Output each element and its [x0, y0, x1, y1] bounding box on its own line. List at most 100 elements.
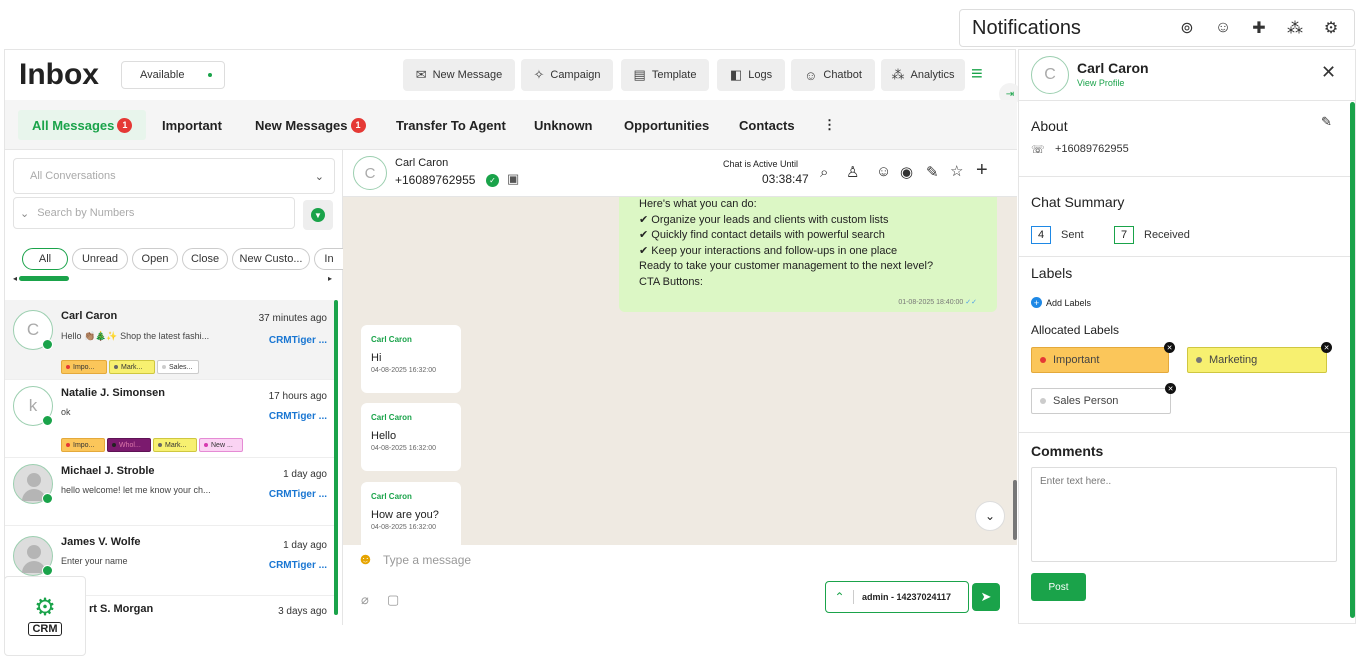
tab-transfer-to-agent[interactable]: Transfer To Agent	[396, 110, 506, 140]
avatar	[13, 536, 53, 576]
template-button[interactable]: ▤ Template	[621, 59, 709, 91]
chat-plus-icon[interactable]: ✚	[1248, 17, 1270, 39]
edit-icon[interactable]: ✎	[1321, 114, 1332, 130]
divider	[1019, 100, 1355, 101]
chat-bot-icon[interactable]: ☺	[876, 163, 891, 180]
chat-panel: C Carl Caron +16089762955 ✓ ▣ Chat is Ac…	[343, 150, 1017, 625]
filter-chip-close[interactable]: Close	[182, 248, 228, 270]
send-button[interactable]: ➤	[972, 583, 1000, 611]
label-dot	[162, 365, 166, 369]
message-input[interactable]: Type a message	[383, 553, 471, 567]
tab-unknown[interactable]: Unknown	[534, 110, 593, 140]
comments-textarea[interactable]: Enter text here..	[1031, 467, 1337, 562]
crm-gear-icon: ⚙	[34, 594, 56, 621]
availability-select[interactable]: Available	[121, 61, 225, 89]
scroll-left-icon[interactable]: ◂	[13, 274, 17, 283]
filter-button[interactable]: ▼	[303, 200, 333, 230]
attachment-icon[interactable]: ⌀	[361, 592, 369, 608]
chevron-down-icon: ⌄	[314, 170, 324, 183]
template-icon[interactable]: ▢	[387, 592, 399, 608]
scroll-right-icon[interactable]: ▸	[328, 274, 332, 283]
tab-opportunities[interactable]: Opportunities	[624, 110, 709, 140]
edit-icon[interactable]: ✎	[926, 163, 939, 181]
chip-scrollbar[interactable]	[19, 276, 69, 281]
scroll-down-icon[interactable]: ⌄	[975, 501, 1005, 531]
emoji-icon[interactable]: ☻	[357, 551, 374, 569]
campaign-icon: ✧	[533, 67, 545, 82]
list-scrollbar[interactable]	[334, 300, 338, 615]
labels-title: Labels	[1031, 265, 1073, 281]
campaign-label: Campaign	[550, 69, 601, 81]
label-dot	[1040, 357, 1046, 363]
verified-icon: ✓	[486, 174, 499, 187]
add-icon[interactable]: +	[1031, 297, 1042, 308]
tabs-more-icon[interactable]: ⋮	[823, 110, 836, 140]
sender-select[interactable]: ⌃ admin - 14237024117	[825, 581, 969, 613]
message-line: ✔ Organize your leads and clients with c…	[639, 213, 889, 226]
analytics-button[interactable]: ⁂ Analytics	[881, 59, 965, 91]
search-icon[interactable]: ⌕	[820, 164, 828, 181]
unread-badge: 1	[350, 117, 366, 133]
remove-label-icon[interactable]: ✕	[1165, 383, 1176, 394]
remove-label-icon[interactable]: ✕	[1321, 342, 1332, 353]
remove-label-icon[interactable]: ✕	[1164, 342, 1175, 353]
campaign-button[interactable]: ✧ Campaign	[521, 59, 613, 91]
view-profile-link[interactable]: View Profile	[1077, 78, 1124, 88]
outgoing-message: Here's what you can do: ✔ Organize your …	[619, 197, 997, 312]
add-icon[interactable]: +	[976, 159, 988, 182]
avatar-initial: C	[26, 320, 40, 339]
new-message-button[interactable]: ✉ New Message	[403, 59, 515, 91]
hamburger-menu-icon[interactable]: ≡	[971, 63, 983, 86]
tab-new-messages[interactable]: New Messages 1	[255, 110, 366, 140]
chat-bot-icon[interactable]: ☺	[1212, 17, 1234, 39]
assigned-agent: CRMTiger ...	[268, 335, 327, 346]
filter-chip-unread[interactable]: Unread	[72, 248, 128, 270]
filter-chip-more[interactable]: In	[314, 248, 343, 270]
filter-chip-all[interactable]: All	[22, 248, 68, 270]
star-icon[interactable]: ☆	[950, 162, 963, 180]
eye-icon[interactable]: ◉	[900, 163, 913, 181]
contact-card-icon[interactable]: ▣	[507, 171, 519, 187]
chat-scrollbar[interactable]	[1013, 480, 1017, 540]
avatar-initial: C	[364, 164, 376, 182]
tab-all-messages[interactable]: All Messages 1	[18, 110, 147, 140]
filter-chip-open[interactable]: Open	[132, 248, 178, 270]
chat-contact-name: Carl Caron	[395, 157, 449, 169]
page-title: Inbox	[19, 58, 99, 91]
list-item[interactable]: Michael J. Stroble 1 day ago hello welco…	[5, 458, 335, 526]
profile-phone: +16089762955	[1055, 143, 1129, 155]
eye-check-icon[interactable]: ⊚	[1176, 17, 1198, 39]
comments-placeholder: Enter text here..	[1040, 476, 1112, 487]
assigned-agent: CRMTiger ...	[268, 411, 327, 422]
last-message-preview: Enter your name	[61, 556, 128, 566]
tab-contacts[interactable]: Contacts	[739, 110, 795, 140]
post-button[interactable]: Post	[1031, 573, 1086, 601]
profile-scrollbar[interactable]	[1350, 102, 1355, 618]
phone-icon: ☏	[1031, 144, 1045, 156]
analytics-icon[interactable]: ⁂	[1284, 17, 1306, 39]
conversations-filter-select[interactable]: All Conversations ⌄	[13, 158, 335, 194]
settings-icon[interactable]: ⚙	[1320, 17, 1342, 39]
search-input[interactable]: ⌄ Search by Numbers	[13, 197, 295, 229]
chat-summary-title: Chat Summary	[1031, 194, 1125, 210]
availability-label: Available	[140, 69, 185, 81]
close-icon[interactable]: ✕	[1321, 62, 1336, 83]
avatar: C	[353, 156, 387, 190]
message-line: CTA Buttons:	[639, 275, 703, 288]
message-text: How are you?	[371, 509, 439, 521]
chatbot-button[interactable]: ☺ Chatbot	[791, 59, 875, 91]
list-item[interactable]: k Natalie J. Simonsen 17 hours ago ok CR…	[5, 380, 335, 458]
crm-widget-button[interactable]: ⚙ CRM	[4, 576, 86, 656]
incoming-message: Carl Caron Hi 04-08-2025 16:32:00	[361, 325, 461, 393]
filter-chip-new-customer[interactable]: New Custo...	[232, 248, 310, 270]
add-user-icon[interactable]: ♙	[846, 163, 859, 181]
online-indicator	[42, 493, 53, 504]
label-new: New ...	[199, 438, 243, 452]
filter-icon: ▼	[311, 208, 325, 222]
tab-important[interactable]: Important	[162, 110, 222, 140]
unread-badge: 1	[117, 117, 133, 133]
add-labels-button[interactable]: Add Labels	[1046, 298, 1091, 308]
list-item[interactable]: C Carl Caron 37 minutes ago Hello 👏🏽🎄✨ S…	[5, 300, 335, 380]
profile-name: Carl Caron	[1077, 60, 1149, 76]
logs-button[interactable]: ◧ Logs	[717, 59, 785, 91]
